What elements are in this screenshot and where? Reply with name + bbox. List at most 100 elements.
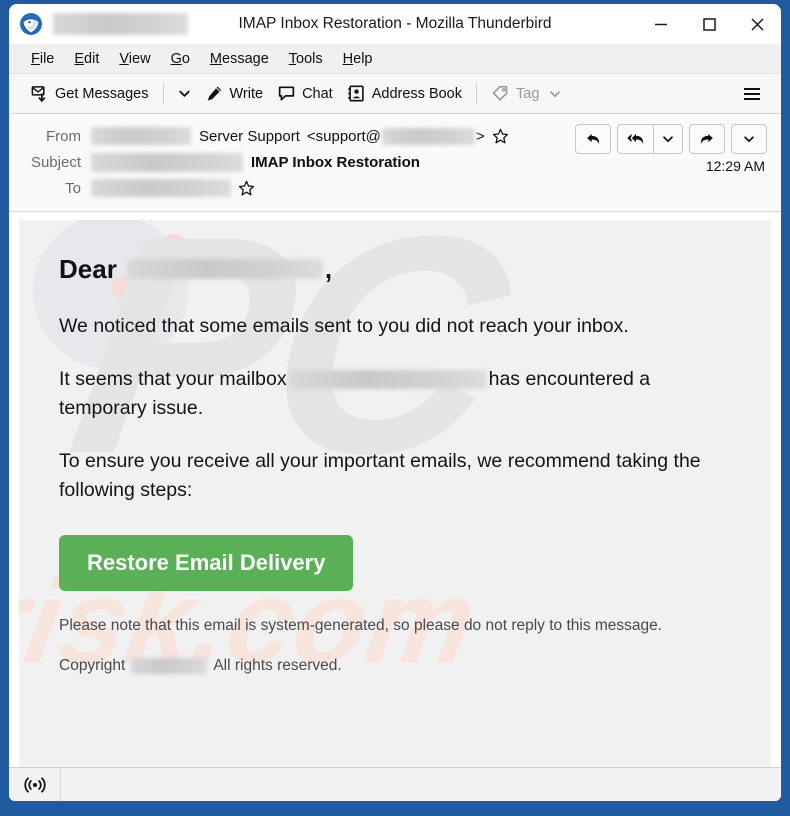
chat-button[interactable]: Chat [270, 81, 340, 106]
hamburger-menu-icon [744, 87, 760, 100]
thunderbird-window: IMAP Inbox Restoration - Mozilla Thunder… [9, 4, 781, 801]
tag-icon [492, 85, 508, 101]
close-button[interactable] [733, 4, 781, 44]
menu-tools-accel: T [288, 50, 297, 67]
from-label: From [46, 127, 81, 145]
menu-file-accel: F [31, 50, 40, 67]
menu-view[interactable]: View [109, 48, 160, 70]
copyright-suffix: All rights reserved. [213, 657, 342, 674]
redacted-account-name [53, 13, 188, 35]
menu-tools[interactable]: Tools [279, 48, 333, 70]
greeting-prefix: Dear [59, 253, 117, 284]
menu-help-label: elp [353, 50, 373, 67]
email-paragraph-3: To ensure you receive all your important… [59, 450, 701, 501]
menu-file[interactable]: File [21, 48, 64, 70]
greeting-suffix: , [324, 253, 333, 284]
to-row: To [23, 175, 767, 201]
menu-help[interactable]: Help [333, 48, 383, 70]
menu-edit[interactable]: Edit [64, 48, 109, 70]
get-messages-dropdown[interactable] [171, 83, 198, 104]
menu-edit-accel: E [74, 50, 85, 67]
write-button[interactable]: Write [198, 81, 271, 106]
menu-edit-label: dit [84, 50, 100, 67]
email-content: Dear , We noticed that some emails sent … [59, 252, 741, 675]
from-value[interactable]: Server Support <support@ > [91, 127, 509, 145]
redacted-company-name [131, 658, 208, 674]
thunderbird-icon [19, 12, 43, 36]
more-actions-dropdown[interactable] [731, 124, 767, 154]
address-book-button[interactable]: Address Book [340, 81, 469, 106]
redacted-subject-prefix [91, 152, 243, 172]
main-toolbar: Get Messages Write Chat Address Book Tag [9, 74, 781, 114]
tag-label: Tag [516, 85, 540, 102]
pencil-icon [207, 86, 221, 101]
minimize-icon [655, 23, 667, 26]
to-value[interactable] [91, 179, 255, 197]
close-icon [751, 18, 764, 31]
menu-go[interactable]: Go [161, 48, 200, 70]
reply-all-button[interactable] [617, 124, 653, 154]
message-time: 12:29 AM [705, 158, 765, 174]
message-action-buttons [575, 124, 767, 154]
menu-tools-label: ools [296, 50, 323, 67]
status-bar-empty-area [61, 768, 781, 801]
email-paragraph-2: It seems that your mailbox has encountere… [59, 365, 741, 423]
redacted-recipient-name [126, 259, 323, 279]
from-address-suffix: > [475, 127, 485, 145]
reply-options-dropdown[interactable] [653, 124, 683, 154]
window-title: IMAP Inbox Restoration - Mozilla Thunder… [238, 15, 552, 32]
menu-go-label: o [181, 50, 190, 67]
email-paragraph-1: We noticed that some emails sent to you … [59, 315, 629, 337]
menu-file-label: ile [39, 50, 55, 67]
get-messages-label: Get Messages [55, 85, 149, 102]
app-menu-button[interactable] [733, 81, 771, 107]
chat-label: Chat [302, 85, 333, 102]
chevron-down-icon [663, 136, 673, 143]
menu-message-accel: M [209, 50, 223, 67]
minimize-button[interactable] [637, 4, 685, 44]
restore-email-delivery-button[interactable]: Restore Email Delivery [59, 535, 354, 591]
redacted-from-address [381, 127, 475, 145]
menu-view-accel: V [119, 50, 129, 67]
title-bar: IMAP Inbox Restoration - Mozilla Thunder… [9, 4, 781, 44]
reply-all-icon [626, 134, 643, 145]
forward-icon [700, 134, 713, 145]
chevron-down-icon [550, 90, 561, 97]
from-address-prefix: <support@ [306, 127, 381, 145]
status-bar [9, 767, 781, 801]
tag-button[interactable]: Tag [484, 81, 569, 106]
connection-status-button[interactable] [9, 768, 61, 801]
window-controls [637, 4, 781, 44]
message-body-pane: PC risk.com Dear , We noticed that some … [9, 212, 781, 767]
menu-help-accel: H [342, 50, 354, 67]
write-label: Write [229, 85, 264, 102]
star-icon[interactable] [238, 180, 255, 197]
star-icon[interactable] [492, 128, 509, 145]
address-book-icon [347, 85, 364, 102]
reply-button[interactable] [575, 124, 611, 154]
toolbar-separator-1 [162, 82, 164, 105]
email-disclaimer: Please note that this email is system-ge… [59, 617, 663, 634]
subject-value: IMAP Inbox Restoration [91, 152, 420, 172]
maximize-button[interactable] [685, 4, 733, 44]
toolbar-separator-2 [476, 82, 477, 105]
email-greeting: Dear , [59, 252, 741, 286]
email-card: PC risk.com Dear , We noticed that some … [19, 220, 771, 767]
redacted-to-address [91, 179, 231, 197]
chevron-down-icon [178, 90, 190, 97]
maximize-icon [703, 18, 716, 31]
subject-label: Subject [30, 153, 81, 171]
forward-button[interactable] [689, 124, 725, 154]
paragraph-2-before: It seems that your mailbox [59, 368, 287, 390]
address-book-label: Address Book [371, 85, 462, 102]
reply-all-group [617, 124, 683, 154]
redacted-from-domain [91, 127, 191, 145]
broadcast-signal-icon [23, 776, 46, 793]
from-display-name: Server Support [199, 127, 300, 145]
get-messages-button[interactable]: Get Messages [23, 81, 156, 106]
menu-message-label: essage [222, 50, 269, 67]
get-messages-icon [31, 86, 46, 103]
menu-message[interactable]: Message [200, 48, 279, 70]
redacted-mailbox-address [289, 370, 486, 390]
menu-view-label: iew [128, 50, 151, 67]
